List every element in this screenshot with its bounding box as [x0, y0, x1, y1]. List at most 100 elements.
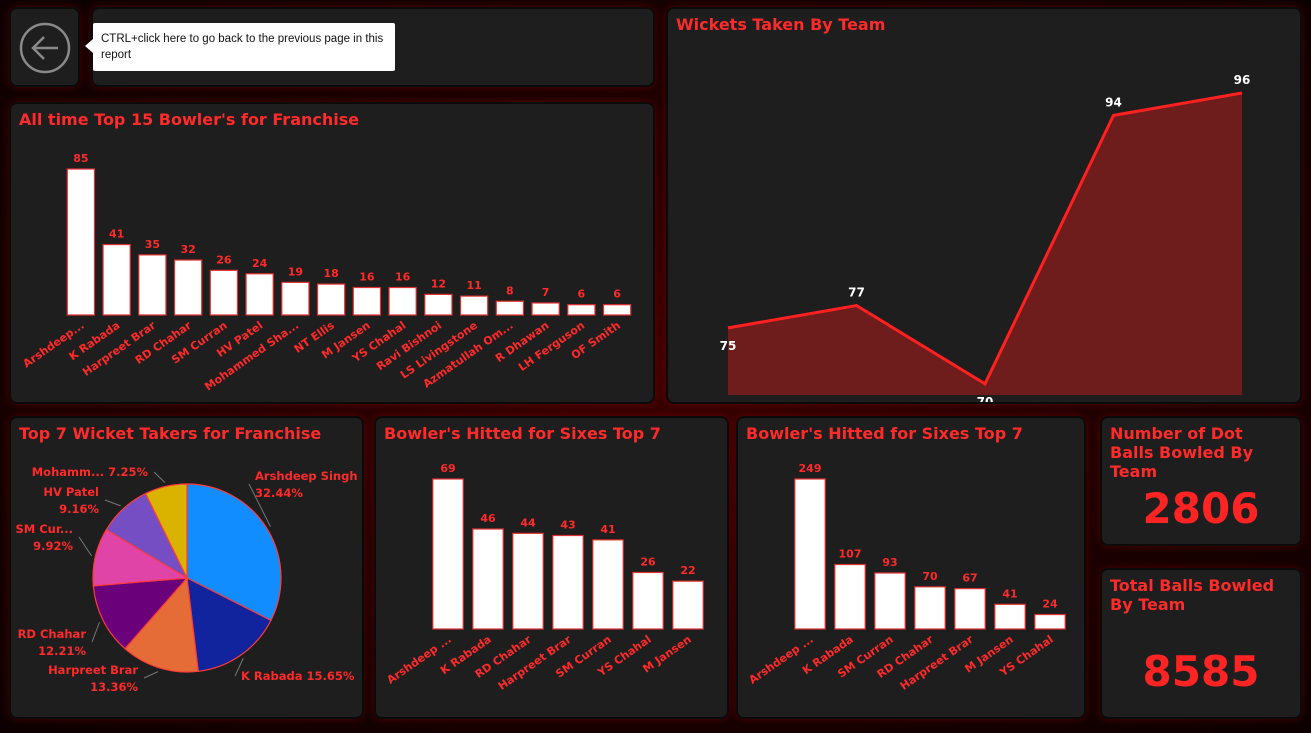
top15-bowlers-panel: All time Top 15 Bowler's for Franchise 8… [9, 102, 655, 404]
data-label: 249 [799, 462, 822, 475]
bar [209, 269, 239, 316]
bar [424, 293, 453, 316]
bar [602, 304, 632, 316]
data-label: 107 [839, 548, 862, 561]
sixes-bar-chart-a: 69Arshdeep ...46K Rabada44RD Chahar43Har… [385, 462, 704, 693]
bar [954, 588, 986, 630]
data-label: 85 [73, 152, 88, 165]
bar [432, 478, 464, 630]
bar [102, 243, 131, 316]
sixes-bar-chart-b: 249Arshdeep ...107K Rabada93SM Curran70R… [747, 462, 1066, 693]
bar [794, 478, 826, 630]
data-label: 22 [680, 564, 695, 577]
slice-percent: 32.44% [255, 486, 303, 500]
data-label: 46 [480, 512, 496, 525]
data-label: 19 [288, 265, 303, 278]
data-label: 77 [848, 286, 865, 300]
data-label: 41 [600, 523, 615, 536]
data-label: 16 [395, 271, 411, 284]
kpi-value: 8585 [1142, 647, 1260, 696]
bar [352, 286, 382, 316]
leader-line [91, 621, 100, 643]
data-label: 69 [440, 462, 455, 475]
kpi-title: Number of Dot Balls Bowled By Team [1110, 424, 1254, 481]
slice-name: SM Cur... [16, 522, 74, 536]
bar [512, 532, 544, 630]
bar [495, 300, 525, 316]
data-label: 26 [216, 253, 232, 266]
data-label: 35 [145, 238, 160, 251]
bar [245, 273, 274, 316]
bar [632, 571, 664, 630]
bar [994, 603, 1026, 630]
data-label: 70 [977, 395, 994, 402]
wicket-takers-pie-chart: Arshdeep Singh 32.44% K Rabada 15.65% Harpr… [16, 465, 358, 694]
slice-percent: 9.16% [59, 502, 99, 516]
leader-line [104, 499, 121, 507]
data-label: 43 [560, 519, 575, 532]
arrow-left-circle-icon[interactable] [11, 9, 78, 85]
data-label: 70 [922, 570, 938, 583]
bar [66, 168, 96, 316]
data-label: 67 [962, 572, 977, 585]
top15-bar-chart: 85Arshdeep...41K Rabada35Harpreet Brar32… [21, 152, 632, 393]
slice-name: Harpreet Brar [48, 663, 138, 677]
bar [138, 254, 167, 316]
slice-name: RD Chahar [18, 627, 87, 641]
slice-label: K Rabada 15.65% [241, 669, 355, 683]
wickets-by-team-panel: Wickets Taken By Team 75 77 70 94 96 [666, 7, 1302, 404]
bar [1034, 613, 1066, 630]
category-label: Arshdeep ... [385, 633, 454, 687]
data-label: 7 [542, 286, 550, 299]
data-label: 11 [466, 279, 481, 292]
slice-name: HV Patel [43, 485, 99, 499]
slice-name: Arshdeep Singh [255, 469, 358, 483]
bar [834, 563, 866, 630]
sixes-top7-panel-a: Bowler's Hitted for Sixes Top 7 69 Arshde… [374, 416, 729, 719]
back-button-panel[interactable] [9, 7, 80, 87]
bar [672, 580, 704, 630]
tooltip-text: CTRL+click here to go back to the previo… [101, 33, 384, 61]
top7-wicket-takers-panel: Top 7 Wicket Takers for Franchise Arshde… [9, 416, 364, 719]
data-label: 41 [109, 228, 124, 241]
data-label: 16 [359, 271, 375, 284]
back-button-tooltip: CTRL+click here to go back to the previo… [85, 23, 395, 71]
kpi-title: Total Balls Bowled By Team [1110, 576, 1275, 614]
data-label: 32 [180, 243, 195, 256]
data-label: 8 [506, 284, 514, 297]
bar [316, 283, 346, 316]
bar [472, 528, 504, 630]
bar [173, 259, 203, 316]
sixes-top7-panel-b: Bowler's Hitted for Sixes Top 7 249 Arshd… [736, 416, 1086, 719]
bar [388, 286, 417, 316]
kpi-total-balls-panel: Total Balls Bowled By Team 8585 [1100, 568, 1302, 719]
bar [874, 572, 906, 630]
area-fill [728, 93, 1242, 395]
bar [592, 539, 624, 630]
data-label: 26 [640, 555, 656, 568]
slice-percent: 9.92% [33, 539, 73, 553]
bar [567, 304, 596, 316]
data-label: 44 [520, 516, 536, 529]
data-label: 6 [613, 288, 621, 301]
category-label: Arshdeep ... [747, 633, 816, 687]
data-label: 94 [1105, 95, 1122, 109]
data-label: 18 [323, 267, 338, 280]
slice-percent: 13.36% [90, 680, 138, 694]
data-label: 6 [578, 288, 586, 301]
bar [459, 295, 489, 316]
slice-percent: 12.21% [38, 644, 86, 658]
slice-label: Mohamm... 7.25% [32, 465, 149, 479]
data-label: 96 [1234, 73, 1251, 87]
bar [552, 534, 584, 630]
leader-line [143, 671, 159, 679]
data-label: 24 [252, 257, 268, 270]
leader-line [78, 536, 92, 557]
data-label: 12 [431, 277, 446, 290]
bar [531, 302, 560, 316]
wickets-area-chart: 75 77 70 94 96 [720, 73, 1251, 402]
kpi-value: 2806 [1142, 484, 1260, 533]
data-label: 24 [1042, 598, 1058, 611]
leader-line [153, 471, 166, 483]
data-label: 75 [720, 339, 737, 353]
